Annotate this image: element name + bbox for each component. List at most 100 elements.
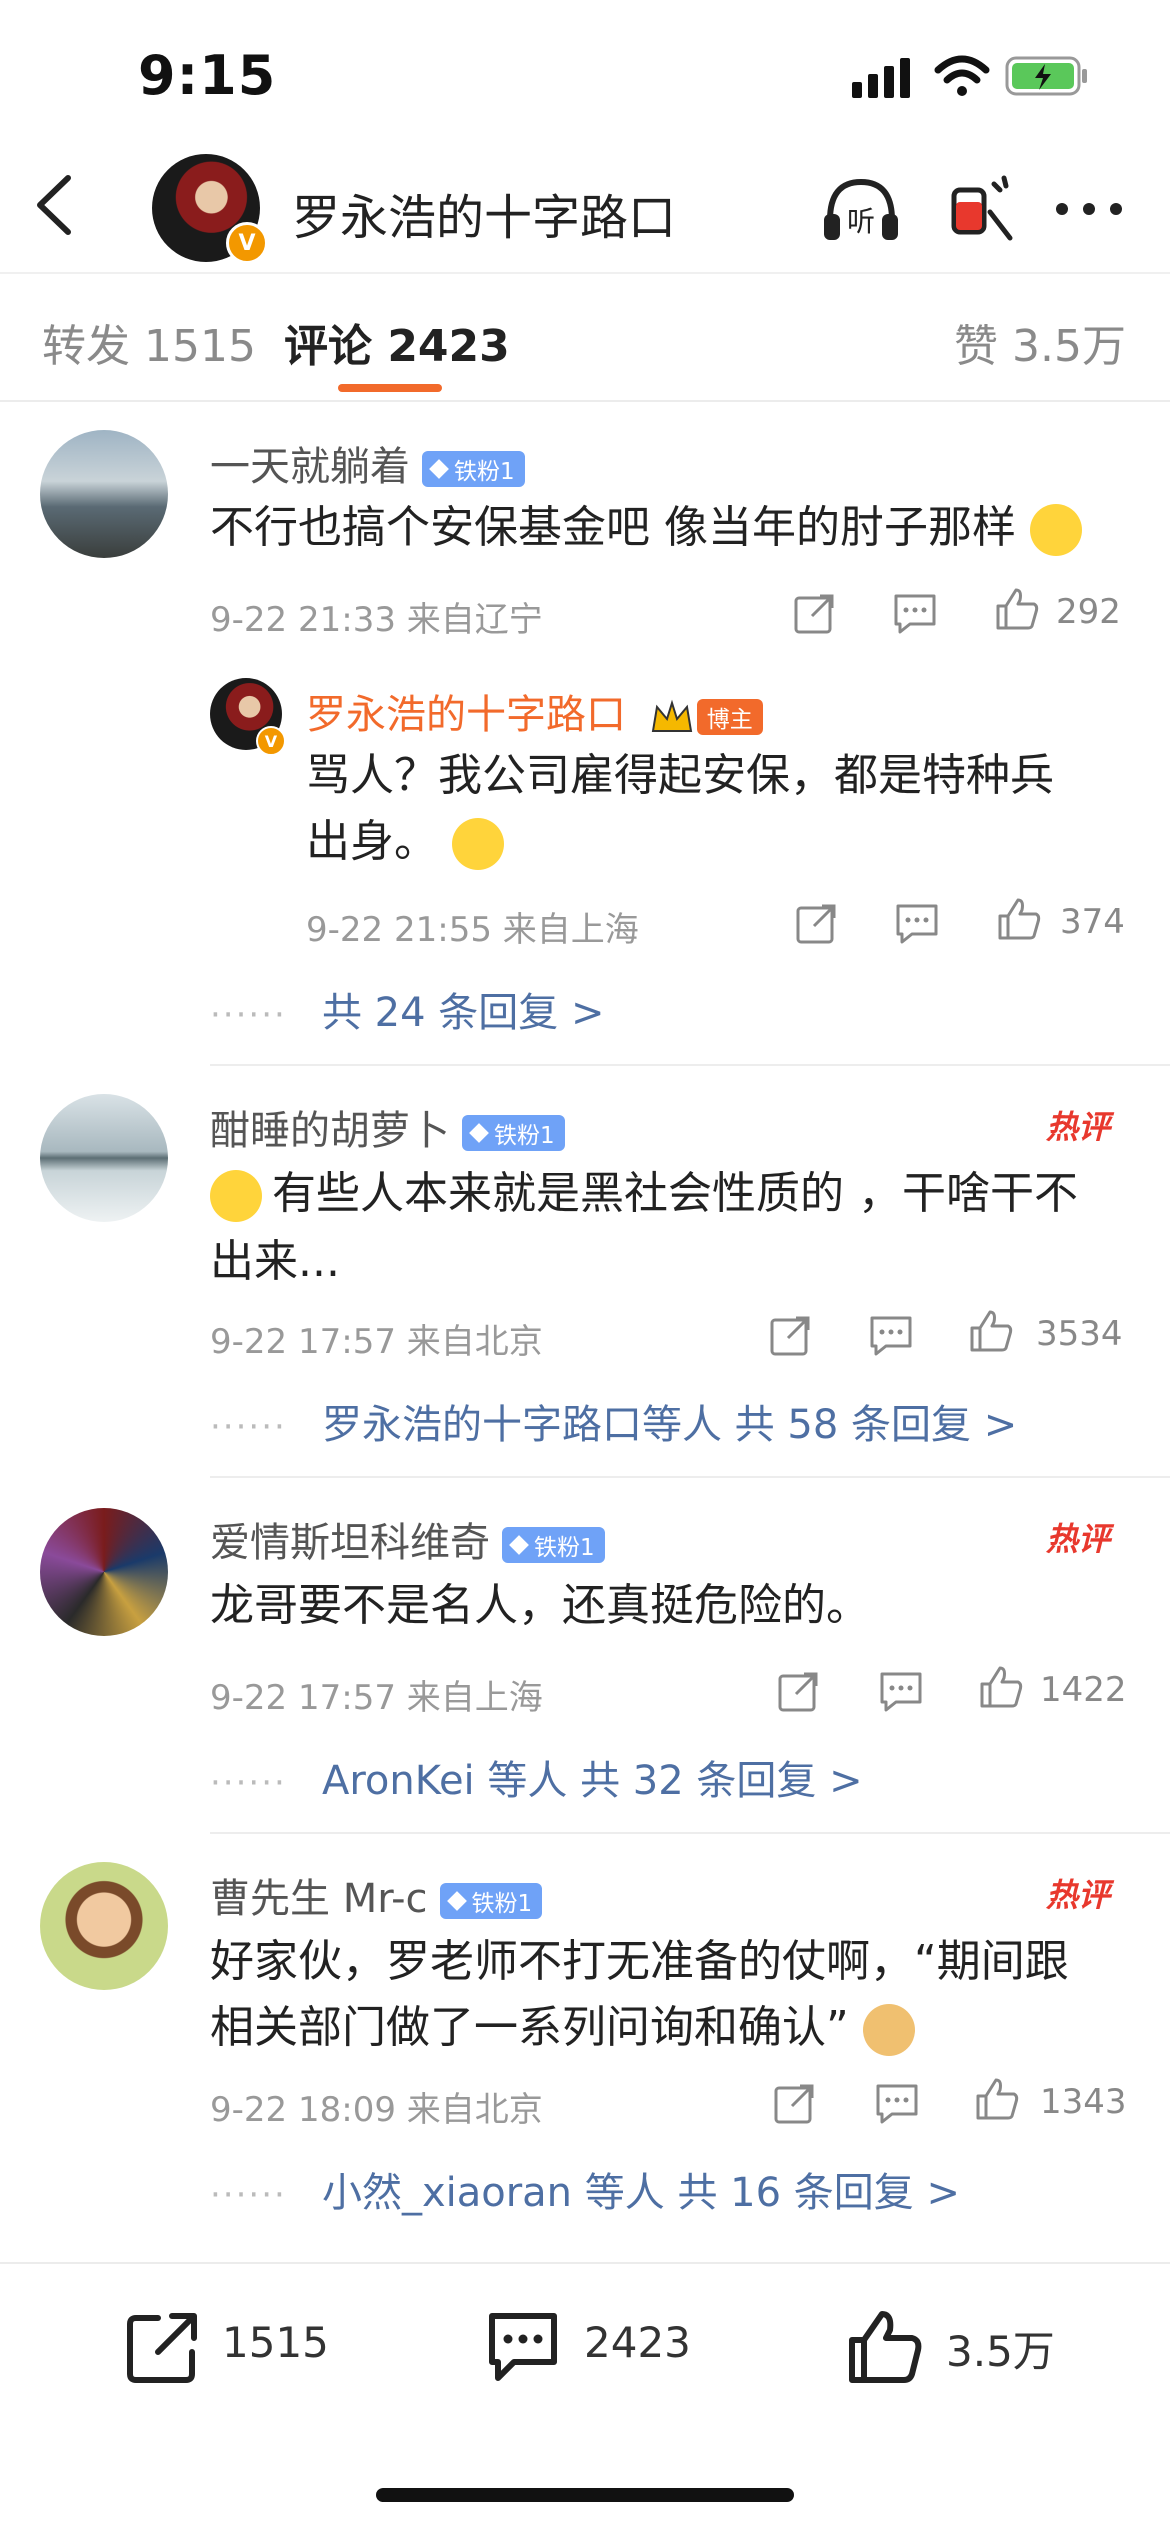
username-text[interactable]: 酣睡的胡萝卜 bbox=[210, 1108, 450, 1154]
comment-text: 龙哥要不是名人，还真挺危险的。 bbox=[210, 1580, 870, 1631]
comment-username[interactable]: 一天就躺着 铁粉1 bbox=[210, 434, 525, 492]
share-icon[interactable] bbox=[794, 900, 840, 946]
tab-likes[interactable]: 赞 3.5万 bbox=[954, 310, 1126, 374]
nav-divider bbox=[0, 272, 1170, 274]
active-tab-indicator bbox=[338, 384, 442, 392]
comment-icon[interactable] bbox=[874, 2080, 920, 2126]
like-count: 292 bbox=[1056, 592, 1121, 632]
comment-text-line2: 相关部门做了一系列问询和确认” bbox=[210, 1994, 915, 2062]
more-replies-link[interactable]: 共 24 条回复 > bbox=[322, 990, 605, 1036]
listen-headphones-icon[interactable]: 听 bbox=[820, 168, 902, 250]
like-count: 1422 bbox=[1040, 1670, 1127, 1710]
fan-badge: 铁粉1 bbox=[439, 1883, 543, 1919]
more-options-icon[interactable] bbox=[1048, 168, 1130, 250]
username-text[interactable]: 一天就躺着 bbox=[210, 444, 410, 490]
comment-bubble-icon[interactable] bbox=[484, 2308, 562, 2386]
comment-text: 不行也搞个安保基金吧 像当年的肘子那样 bbox=[210, 494, 1082, 562]
comment-icon[interactable] bbox=[878, 1668, 924, 1714]
like-thumb-icon[interactable] bbox=[846, 2308, 924, 2386]
like-thumb-icon[interactable] bbox=[978, 1664, 1024, 1710]
comment-username[interactable]: 酣睡的胡萝卜 铁粉1 bbox=[210, 1098, 565, 1156]
comment-username[interactable]: 爱情斯坦科维奇 铁粉1 bbox=[210, 1510, 605, 1568]
like-count: 374 bbox=[1060, 902, 1125, 942]
dots-divider: ······ bbox=[210, 1407, 287, 1447]
diamond-icon bbox=[509, 1535, 529, 1555]
share-icon[interactable] bbox=[792, 590, 838, 636]
like-thumb-icon[interactable] bbox=[996, 896, 1042, 942]
dots-divider: ······ bbox=[210, 1763, 287, 1803]
like-thumb-icon[interactable] bbox=[994, 586, 1040, 632]
share-icon[interactable] bbox=[772, 2080, 818, 2126]
comment-icon[interactable] bbox=[892, 590, 938, 636]
bottom-comment-count[interactable]: 2423 bbox=[584, 2318, 691, 2367]
tab-repost[interactable]: 转发 1515 bbox=[42, 310, 256, 374]
comment-meta: 9-22 17:57 来自北京 bbox=[210, 1322, 543, 1362]
comment-text-body: 不行也搞个安保基金吧 像当年的肘子那样 bbox=[210, 502, 1016, 553]
crown-icon bbox=[651, 699, 692, 732]
like-count: 1343 bbox=[1040, 2082, 1127, 2122]
more-replies-row[interactable]: ······ 罗永浩的十字路口等人 共 58 条回复 > bbox=[210, 1392, 1017, 1450]
dots-divider: ······ bbox=[210, 2175, 287, 2215]
shake-gift-icon[interactable] bbox=[938, 168, 1020, 250]
comment-separator bbox=[210, 1476, 1170, 1478]
like-thumb-icon[interactable] bbox=[974, 2076, 1020, 2122]
comment-text-line1: 好家伙，罗老师不打无准备的仗啊，“期间跟 bbox=[210, 1936, 1069, 1987]
comment-meta: 9-22 21:33 来自辽宁 bbox=[210, 600, 543, 640]
nav-title[interactable]: 罗永浩的十字路口 bbox=[292, 178, 676, 248]
reply-username[interactable]: 罗永浩的十字路口 博主 bbox=[306, 682, 763, 740]
more-replies-link[interactable]: 小然_xiaoran 等人 共 16 条回复 > bbox=[322, 2170, 960, 2216]
like-thumb-icon[interactable] bbox=[968, 1308, 1014, 1354]
bottom-repost-count[interactable]: 1515 bbox=[222, 2318, 329, 2367]
wifi-icon bbox=[934, 55, 990, 96]
comment-icon[interactable] bbox=[868, 1312, 914, 1358]
diamond-icon bbox=[446, 1891, 467, 1911]
reply-text-line2: 出身。 bbox=[306, 808, 504, 876]
comment-username[interactable]: 曹先生 Mr-c 铁粉1 bbox=[210, 1866, 543, 1924]
share-icon[interactable] bbox=[776, 1668, 822, 1714]
reply-text-line2-body: 出身。 bbox=[306, 816, 438, 867]
laugh-cry-emoji-icon bbox=[210, 1170, 262, 1222]
more-replies-link[interactable]: AronKei 等人 共 32 条回复 > bbox=[322, 1758, 863, 1804]
more-replies-row[interactable]: ······ 共 24 条回复 > bbox=[210, 980, 605, 1038]
fan-badge-label: 铁粉1 bbox=[454, 459, 515, 485]
comment-text-line2: 出来... bbox=[210, 1236, 340, 1287]
tabs-divider bbox=[0, 400, 1170, 402]
status-time: 9:15 bbox=[138, 44, 277, 107]
commenter-avatar[interactable] bbox=[40, 1094, 168, 1222]
fan-badge-label: 铁粉1 bbox=[494, 1123, 555, 1149]
bottom-like-count[interactable]: 3.5万 bbox=[946, 2318, 1055, 2379]
back-icon[interactable] bbox=[30, 170, 80, 240]
reply-username-text[interactable]: 罗永浩的十字路口 bbox=[306, 692, 626, 738]
comment-text-body: 相关部门做了一系列问询和确认” bbox=[210, 2002, 849, 2053]
hot-comment-tag: 热评 bbox=[1046, 1520, 1111, 1558]
more-replies-link[interactable]: 罗永浩的十字路口等人 共 58 条回复 > bbox=[322, 1402, 1017, 1448]
like-count: 3534 bbox=[1036, 1314, 1123, 1354]
share-icon[interactable] bbox=[768, 1312, 814, 1358]
fan-badge-label: 铁粉1 bbox=[534, 1535, 595, 1561]
fan-badge-label: 铁粉1 bbox=[471, 1891, 533, 1917]
home-indicator[interactable] bbox=[376, 2488, 794, 2502]
comment-icon[interactable] bbox=[894, 900, 940, 946]
cellular-signal-icon bbox=[852, 58, 910, 98]
repost-icon[interactable] bbox=[124, 2308, 202, 2386]
username-text[interactable]: 曹先生 Mr-c bbox=[210, 1876, 428, 1922]
comment-text-line1: 有些人本来就是黑社会性质的 ，干啥干不 bbox=[210, 1160, 1078, 1228]
comment-text-body: 有些人本来就是黑社会性质的 ，干啥干不 bbox=[272, 1168, 1078, 1219]
comment-meta: 9-22 17:57 来自上海 bbox=[210, 1678, 543, 1718]
more-replies-row[interactable]: ······ AronKei 等人 共 32 条回复 > bbox=[210, 1748, 863, 1806]
commenter-avatar[interactable] bbox=[40, 1862, 168, 1990]
commenter-avatar[interactable] bbox=[40, 430, 168, 558]
diamond-icon bbox=[429, 459, 449, 479]
comment-separator bbox=[210, 1832, 1170, 1834]
fan-badge: 铁粉1 bbox=[462, 1115, 565, 1151]
svg-text:听: 听 bbox=[847, 205, 875, 238]
username-text[interactable]: 爱情斯坦科维奇 bbox=[210, 1520, 490, 1566]
commenter-avatar[interactable] bbox=[40, 1508, 168, 1636]
fan-badge: 铁粉1 bbox=[422, 451, 525, 487]
dots-divider: ······ bbox=[210, 995, 287, 1035]
tab-comments[interactable]: 评论 2423 bbox=[284, 310, 510, 374]
reply-meta: 9-22 21:55 来自上海 bbox=[306, 910, 639, 950]
bottom-bar-divider bbox=[0, 2262, 1170, 2264]
doge-emoji-icon bbox=[862, 2004, 915, 2056]
more-replies-row[interactable]: ······ 小然_xiaoran 等人 共 16 条回复 > bbox=[210, 2160, 960, 2218]
